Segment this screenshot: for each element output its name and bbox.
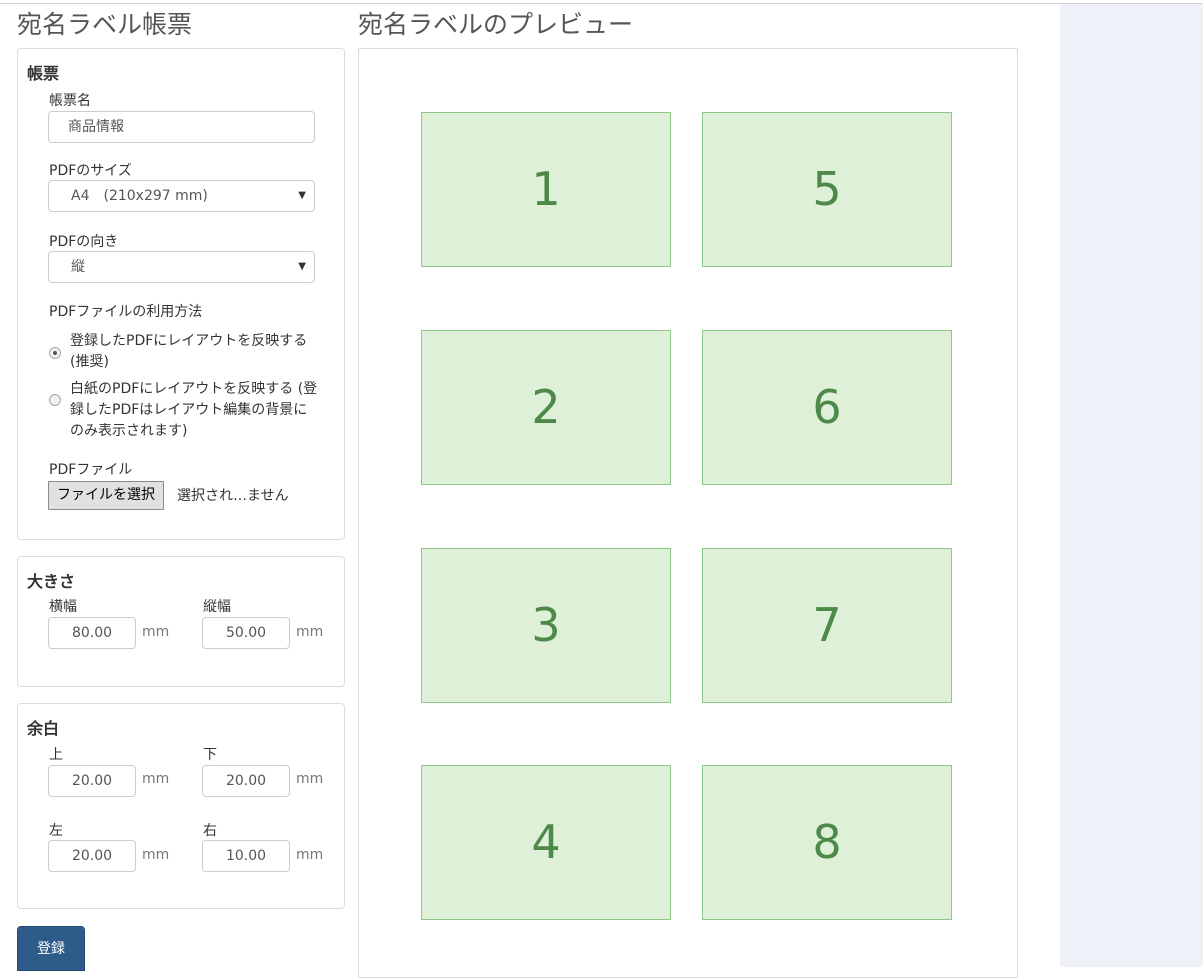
form-name-label: 帳票名 — [49, 93, 91, 109]
preview-label-cell: 8 — [702, 765, 952, 920]
form-name-input[interactable]: 商品情報 — [48, 111, 315, 143]
size-panel-heading: 大きさ — [27, 572, 76, 591]
file-status: 選択され…ません — [177, 488, 289, 504]
usage-option-blank-label[interactable]: 白紙のPDFにレイアウトを反映する (登録したPDFはレイアウト編集の背景にのみ… — [70, 379, 320, 442]
submit-button[interactable]: 登録 — [17, 926, 85, 971]
usage-radio-blank[interactable] — [49, 394, 61, 406]
width-unit: mm — [142, 624, 170, 640]
preview-label-cell: 4 — [421, 765, 671, 920]
size-panel: 大きさ 横幅 80.00 mm 縦幅 50.00 mm — [17, 556, 345, 687]
usage-option-registered-label[interactable]: 登録したPDFにレイアウトを反映する (推奨) — [70, 331, 320, 373]
pdf-orientation-value: 縦 — [71, 259, 85, 275]
margin-left-label: 左 — [49, 823, 63, 839]
pdf-size-select[interactable]: A4 (210x297 mm) ▼ — [48, 180, 315, 212]
usage-radio-registered[interactable] — [49, 347, 61, 359]
height-label: 縦幅 — [203, 599, 231, 615]
preview-label-cell: 1 — [421, 112, 671, 267]
chevron-down-icon: ▼ — [298, 261, 306, 272]
pdf-size-value: A4 (210x297 mm) — [71, 188, 208, 204]
pdf-file-label: PDFファイル — [49, 462, 133, 478]
height-unit: mm — [296, 624, 324, 640]
margin-bottom-unit: mm — [296, 771, 324, 787]
preview-label-cell: 7 — [702, 548, 952, 703]
margin-bottom-input[interactable]: 20.00 — [202, 765, 290, 797]
preview-title: 宛名ラベルのプレビュー — [358, 10, 634, 39]
top-divider — [0, 3, 1203, 4]
preview-label-cell: 3 — [421, 548, 671, 703]
preview-panel: 1 5 2 6 3 7 4 8 — [358, 48, 1018, 978]
form-panel-heading: 帳票 — [27, 64, 60, 83]
width-label: 横幅 — [49, 599, 77, 615]
height-input[interactable]: 50.00 — [202, 617, 290, 649]
width-input[interactable]: 80.00 — [48, 617, 136, 649]
margin-right-label: 右 — [203, 823, 217, 839]
margin-left-input[interactable]: 20.00 — [48, 840, 136, 872]
preview-label-cell: 5 — [702, 112, 952, 267]
margin-right-input[interactable]: 10.00 — [202, 840, 290, 872]
margin-right-unit: mm — [296, 847, 324, 863]
form-title: 宛名ラベル帳票 — [17, 10, 193, 39]
margin-top-input[interactable]: 20.00 — [48, 765, 136, 797]
margin-top-unit: mm — [142, 771, 170, 787]
usage-label: PDFファイルの利用方法 — [49, 304, 203, 320]
margin-top-label: 上 — [49, 747, 63, 763]
preview-label-cell: 2 — [421, 330, 671, 485]
preview-label-cell: 6 — [702, 330, 952, 485]
margin-left-unit: mm — [142, 847, 170, 863]
pdf-orientation-label: PDFの向き — [49, 234, 119, 250]
right-background — [1060, 4, 1203, 967]
pdf-orientation-select[interactable]: 縦 ▼ — [48, 251, 315, 283]
chevron-down-icon: ▼ — [298, 190, 306, 201]
form-panel: 帳票 帳票名 商品情報 PDFのサイズ A4 (210x297 mm) ▼ PD… — [17, 48, 345, 540]
margin-panel: 余白 上 20.00 mm 下 20.00 mm 左 20.00 mm 右 10… — [17, 703, 345, 909]
choose-file-button[interactable]: ファイルを選択 — [48, 481, 164, 510]
pdf-size-label: PDFのサイズ — [49, 163, 132, 179]
margin-panel-heading: 余白 — [27, 719, 60, 738]
margin-bottom-label: 下 — [203, 747, 217, 763]
